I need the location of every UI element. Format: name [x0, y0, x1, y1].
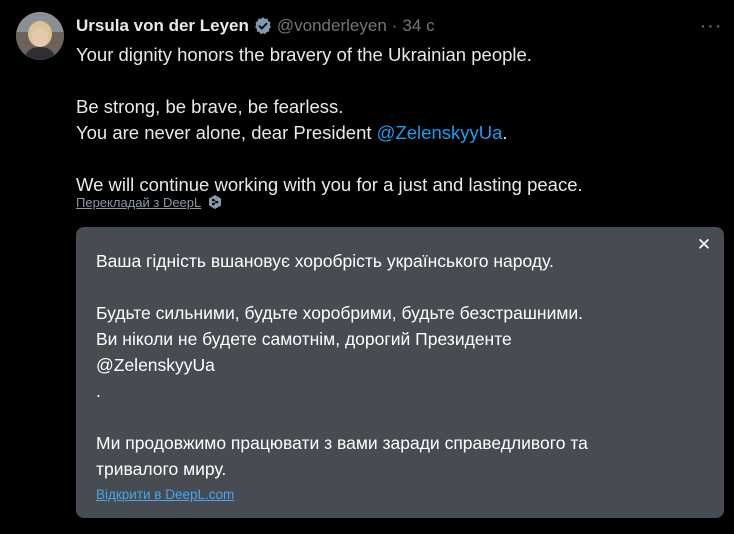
tweet-line: Your dignity honors the bravery of the U…: [76, 44, 532, 65]
verified-badge-icon: [253, 16, 273, 36]
translation-line: Ми продовжимо працювати з вами заради сп…: [96, 433, 588, 453]
tweet-text: Your dignity honors the bravery of the U…: [76, 42, 716, 198]
tweet-text-segment: You are never alone, dear President: [76, 122, 377, 143]
avatar[interactable]: [16, 12, 64, 60]
translation-line: Ваша гідність вшановує хоробрість україн…: [96, 251, 554, 271]
translation-line: .: [96, 381, 101, 401]
translate-row: Перекладай з DeepL: [76, 194, 223, 210]
translation-line: тривалого миру.: [96, 459, 227, 479]
tweet-header: Ursula von der Leyen @vonderleyen · 34 с: [76, 14, 435, 38]
translation-line: Будьте сильними, будьте хоробрими, будьт…: [96, 303, 584, 323]
open-in-deepl-link[interactable]: Відкрити в DeepL.com: [96, 487, 234, 502]
translation-line: @ZelenskyyUa: [96, 355, 215, 375]
separator-dot: ·: [391, 16, 398, 35]
author-name[interactable]: Ursula von der Leyen: [76, 16, 249, 36]
translation-text: Ваша гідність вшановує хоробрість україн…: [96, 248, 696, 482]
translation-line: Ви ніколи не будете самотнім, дорогий Пр…: [96, 329, 512, 349]
author-handle[interactable]: @vonderleyen: [277, 16, 387, 36]
translation-panel: ✕ Ваша гідність вшановує хоробрість укра…: [76, 227, 724, 518]
deepl-icon: [207, 194, 223, 210]
mention-link[interactable]: @ZelenskyyUa: [377, 122, 503, 143]
close-icon[interactable]: ✕: [694, 235, 714, 255]
tweet-line-with-mention: You are never alone, dear President @Zel…: [76, 120, 716, 146]
more-horizontal-icon[interactable]: ···: [694, 12, 728, 40]
translate-link[interactable]: Перекладай з DeepL: [76, 195, 201, 210]
tweet-line: Be strong, be brave, be fearless.: [76, 96, 344, 117]
tweet-text-segment: .: [502, 122, 508, 143]
timestamp[interactable]: 34 с: [402, 16, 434, 36]
avatar-image: [16, 12, 64, 60]
